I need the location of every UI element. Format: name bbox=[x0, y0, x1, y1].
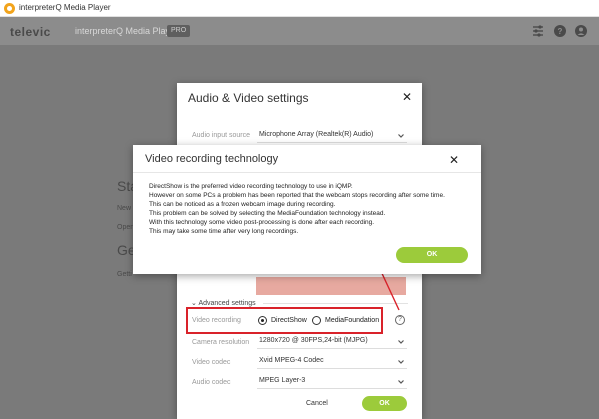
camera-resolution-value: 1280x720 @ 30FPS,24-bit (MJPG) bbox=[259, 337, 368, 344]
advanced-settings-toggle[interactable]: ⌄ Advanced settings bbox=[191, 299, 256, 307]
help-icon[interactable]: ? bbox=[553, 24, 567, 38]
chevron-down-icon bbox=[398, 380, 404, 384]
getting-started-link[interactable]: Getti bbox=[117, 271, 132, 278]
close-icon[interactable]: ✕ bbox=[401, 91, 413, 103]
audio-input-value: Microphone Array (Realtek(R) Audio) bbox=[259, 131, 374, 138]
audio-input-select[interactable]: Microphone Array (Realtek(R) Audio) bbox=[257, 129, 407, 143]
audio-input-label: Audio input source bbox=[192, 132, 250, 139]
message-line: DirectShow is the preferred video record… bbox=[149, 183, 353, 190]
dialog-title: Audio & Video settings bbox=[188, 91, 309, 105]
message-line: This may take some time after very long … bbox=[149, 228, 299, 235]
app-name: interpreterQ Media Player bbox=[75, 26, 179, 36]
televic-logo: televic bbox=[10, 25, 51, 39]
camera-resolution-label: Camera resolution bbox=[192, 339, 250, 346]
window-title: interpreterQ Media Player bbox=[19, 3, 111, 12]
video-codec-label: Video codec bbox=[192, 359, 231, 366]
audio-codec-label: Audio codec bbox=[192, 379, 231, 386]
video-codec-select[interactable]: Xvid MPEG-4 Codec bbox=[257, 355, 407, 369]
audio-codec-select[interactable]: MPEG Layer-3 bbox=[257, 375, 407, 389]
divider bbox=[133, 172, 481, 173]
app-header: televic interpreterQ Media Player PRO ? bbox=[0, 17, 599, 45]
close-icon[interactable]: ✕ bbox=[448, 154, 460, 166]
message-line: With this technology some video post-pro… bbox=[149, 219, 375, 226]
highlight-box bbox=[186, 307, 383, 334]
chevron-down-icon bbox=[398, 134, 404, 138]
camera-resolution-select[interactable]: 1280x720 @ 30FPS,24-bit (MJPG) bbox=[257, 335, 407, 349]
advanced-settings-label: Advanced settings bbox=[198, 300, 256, 307]
video-codec-value: Xvid MPEG-4 Codec bbox=[259, 357, 324, 364]
help-icon[interactable]: ? bbox=[395, 315, 405, 325]
sliders-icon[interactable] bbox=[531, 24, 545, 38]
chevron-down-icon bbox=[398, 360, 404, 364]
pro-badge: PRO bbox=[167, 25, 191, 37]
message-line: However on some PCs a problem has been r… bbox=[149, 192, 445, 199]
message-line: This can be noticed as a frozen webcam i… bbox=[149, 201, 336, 208]
open-link[interactable]: Open bbox=[117, 224, 134, 231]
message-line: This problem can be solved by selecting … bbox=[149, 210, 386, 217]
cancel-button[interactable]: Cancel bbox=[306, 400, 328, 407]
ok-button[interactable]: OK bbox=[362, 396, 407, 411]
video-recording-technology-dialog: Video recording technology ✕ DirectShow … bbox=[133, 145, 481, 274]
dialog-title: Video recording technology bbox=[145, 153, 279, 165]
audio-codec-value: MPEG Layer-3 bbox=[259, 377, 306, 384]
app-icon bbox=[4, 3, 15, 14]
user-icon[interactable] bbox=[574, 24, 588, 38]
ok-button[interactable]: OK bbox=[396, 247, 468, 263]
chevron-down-icon bbox=[398, 340, 404, 344]
os-titlebar: interpreterQ Media Player bbox=[0, 0, 599, 17]
svg-text:?: ? bbox=[558, 27, 563, 36]
